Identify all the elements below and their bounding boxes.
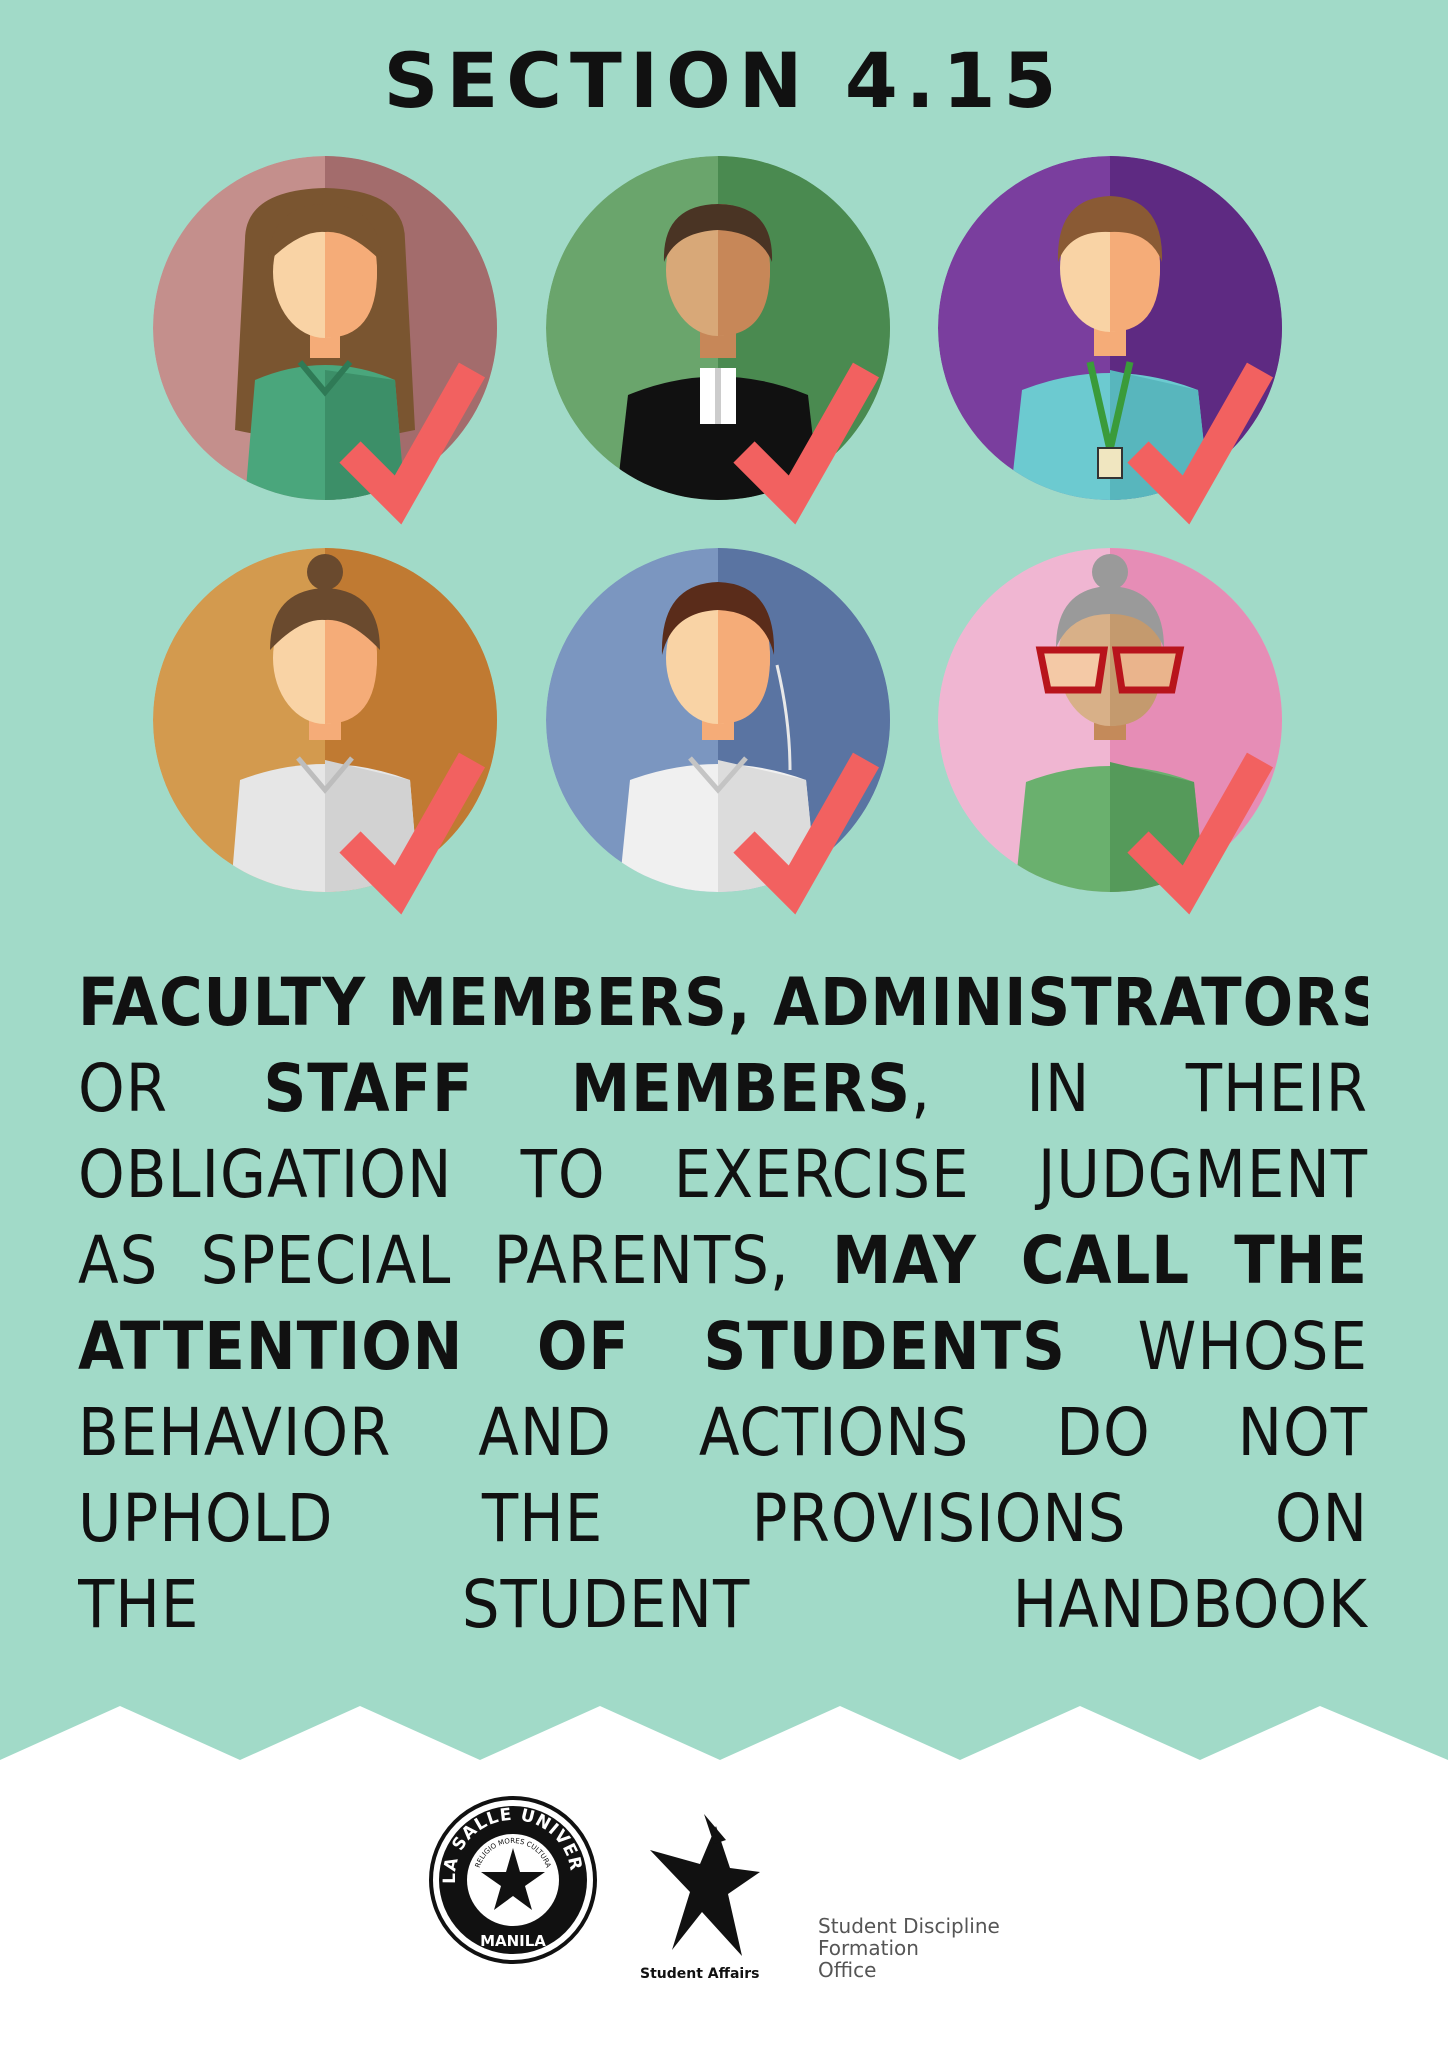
- statement-segment: OBLIGATION TO EXERCISE JUDGMENT: [78, 1136, 1368, 1213]
- statement-line-6: BEHAVIOR AND ACTIONS DO NOT: [78, 1390, 1368, 1476]
- statement-line-8: THE STUDENT HANDBOOK: [78, 1562, 1368, 1648]
- avatar-security-guard: [546, 548, 890, 892]
- statement-segment: UPHOLD THE PROVISIONS ON: [78, 1480, 1368, 1557]
- section-statement: FACULTY MEMBERS, ADMINISTRATORS, OR STAF…: [78, 960, 1368, 1648]
- avatar-staff-lanyard: [938, 156, 1282, 500]
- zigzag-edge: [0, 1706, 1448, 1780]
- avatar-grid: [153, 156, 1282, 915]
- statement-segment: AS SPECIAL PARENTS,: [78, 1222, 833, 1299]
- statement-segment: ATTENTION OF STUDENTS: [78, 1308, 1066, 1385]
- student-affairs-star-icon: [650, 1814, 760, 1956]
- zigzag-shape: [0, 1706, 1448, 1780]
- statement-segment: OR: [78, 1050, 264, 1127]
- statement-segment: THE STUDENT HANDBOOK: [78, 1566, 1368, 1643]
- student-affairs-label: Student Affairs: [640, 1966, 760, 1982]
- statement-line-5: ATTENTION OF STUDENTS WHOSE: [78, 1304, 1368, 1390]
- avatar-female-faculty: [153, 156, 497, 500]
- avatar-elderly-woman: [938, 548, 1282, 892]
- poster: SECTION 4.15 FACULTY MEMBERS, ADMINISTRA…: [0, 0, 1448, 2048]
- statement-segment: FACULTY MEMBERS, ADMINISTRATORS,: [78, 964, 1368, 1041]
- office-line-3: Office: [818, 1958, 877, 1982]
- statement-segment: , IN THEIR: [911, 1050, 1368, 1127]
- university-seal-logo: DE LA SALLE UNIVERSITY RELIGIO MORES CUL…: [0, 1765, 597, 1964]
- office-name: Student Discipline Formation Office: [818, 1915, 1000, 1981]
- statement-segment: WHOSE: [1065, 1308, 1368, 1385]
- statement-line-2: OR STAFF MEMBERS, IN THEIR: [78, 1046, 1368, 1132]
- avatar-priest: [546, 156, 890, 500]
- statement-line-4: AS SPECIAL PARENTS, MAY CALL THE: [78, 1218, 1368, 1304]
- footer: DE LA SALLE UNIVERSITY RELIGIO MORES CUL…: [0, 1765, 1448, 2048]
- seal-bottom-text: MANILA: [480, 1932, 546, 1950]
- statement-segment: BEHAVIOR AND ACTIONS DO NOT: [78, 1394, 1368, 1471]
- footer-logos: DE LA SALLE UNIVERSITY RELIGIO MORES CUL…: [0, 1765, 760, 1964]
- statement-line-7: UPHOLD THE PROVISIONS ON: [78, 1476, 1368, 1562]
- statement-segment: MAY CALL THE: [832, 1222, 1368, 1299]
- statement-line-1: FACULTY MEMBERS, ADMINISTRATORS,: [78, 960, 1368, 1046]
- avatar-female-bun: [153, 548, 497, 892]
- office-line-2: Formation: [818, 1936, 919, 1960]
- office-line-1: Student Discipline: [818, 1914, 1000, 1938]
- statement-line-3: OBLIGATION TO EXERCISE JUDGMENT: [78, 1132, 1368, 1218]
- statement-segment: STAFF MEMBERS: [263, 1050, 912, 1127]
